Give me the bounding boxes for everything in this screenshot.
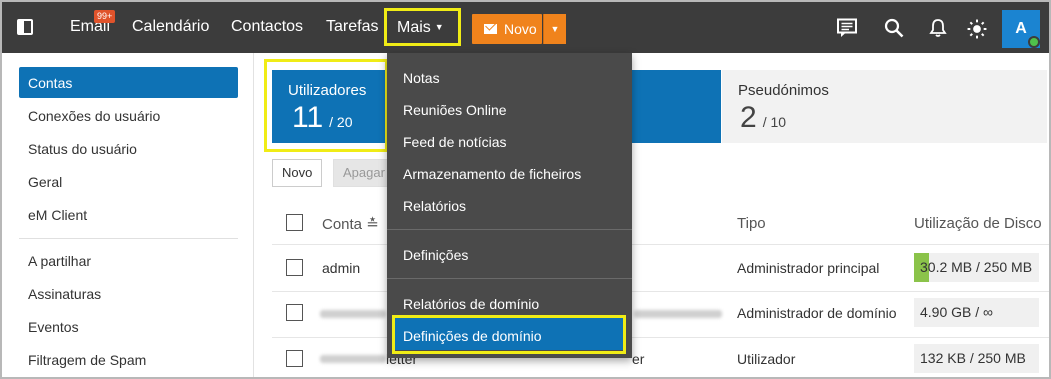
select-all-checkbox[interactable] xyxy=(286,214,303,231)
row-checkbox[interactable] xyxy=(286,259,303,276)
users-card-highlight xyxy=(264,59,388,152)
more-menu-button[interactable]: Mais ▼ xyxy=(397,19,444,37)
delete-account-button[interactable]: Apagar xyxy=(333,159,393,187)
column-header-disk-usage[interactable]: Utilização de Disco xyxy=(914,215,1042,232)
display-name-suffix: er xyxy=(632,351,645,367)
menu-item-settings[interactable]: Definições xyxy=(403,247,468,263)
menu-item-news-feed[interactable]: Feed de notícias xyxy=(403,134,507,150)
sidebar-item-sharing[interactable]: A partilhar xyxy=(28,253,91,269)
menu-item-notes[interactable]: Notas xyxy=(403,70,440,86)
sidebar-item-signatures[interactable]: Assinaturas xyxy=(28,286,101,302)
column-header-type[interactable]: Tipo xyxy=(737,215,766,232)
row-checkbox[interactable] xyxy=(286,304,303,321)
sidebar-item-accounts[interactable]: Contas xyxy=(28,75,72,91)
disk-usage-text: 30.2 MB / 250 MB xyxy=(920,259,1033,275)
account-type: Administrador de domínio xyxy=(737,305,897,321)
account-type: Utilizador xyxy=(737,351,796,367)
account-name[interactable]: admin xyxy=(322,260,360,276)
disk-usage-bar: 30.2 MB / 250 MB xyxy=(914,253,1039,282)
chevron-down-icon: ▼ xyxy=(434,22,444,32)
menu-divider xyxy=(387,278,632,279)
nav-contacts[interactable]: Contactos xyxy=(231,18,303,36)
menu-item-online-meetings[interactable]: Reuniões Online xyxy=(403,102,507,118)
sidebar-item-user-connections[interactable]: Conexões do usuário xyxy=(28,108,160,124)
disk-usage-text: 132 KB / 250 MB xyxy=(920,350,1026,366)
redacted-account-name xyxy=(320,355,386,363)
redacted-account-name xyxy=(320,310,386,318)
disk-usage-bar: 132 KB / 250 MB xyxy=(914,344,1039,373)
nav-calendar[interactable]: Calendário xyxy=(132,18,209,36)
online-status-dot xyxy=(1028,36,1040,48)
more-label: Mais xyxy=(397,19,431,36)
row-checkbox[interactable] xyxy=(286,350,303,367)
disk-usage-bar: 4.90 GB / ∞ xyxy=(914,298,1039,327)
aliases-stat-value: 2/ 10 xyxy=(740,101,787,134)
account-type: Administrador principal xyxy=(737,260,880,276)
sidebar-item-em-client[interactable]: eM Client xyxy=(28,207,87,223)
theme-sun-icon[interactable] xyxy=(967,19,987,39)
bell-icon[interactable] xyxy=(928,18,948,38)
new-button[interactable]: Novo xyxy=(472,14,542,44)
new-account-button[interactable]: Novo xyxy=(272,159,323,187)
aliases-stat-card[interactable]: Pseudónimos 2/ 10 xyxy=(722,70,1047,143)
menu-divider xyxy=(387,229,632,230)
disk-usage-text: 4.90 GB / ∞ xyxy=(920,304,994,320)
nav-tasks[interactable]: Tarefas xyxy=(326,18,378,36)
sidebar-item-general[interactable]: Geral xyxy=(28,174,62,190)
mail-icon xyxy=(484,24,497,34)
sidebar-divider xyxy=(19,238,238,239)
menu-item-file-storage[interactable]: Armazenamento de ficheiros xyxy=(403,166,581,182)
settings-sidebar: Contas Conexões do usuário Status do usu… xyxy=(4,53,254,377)
sidebar-toggle-icon[interactable] xyxy=(17,19,33,35)
menu-item-reports[interactable]: Relatórios xyxy=(403,198,466,214)
domain-settings-highlight xyxy=(392,315,626,354)
aliases-stat-label: Pseudónimos xyxy=(738,82,829,99)
new-button-label: Novo xyxy=(504,21,537,37)
new-dropdown-toggle[interactable]: ▼ xyxy=(543,14,566,44)
app-window: Email 99+ Calendário Contactos Tarefas M… xyxy=(0,0,1051,379)
search-icon[interactable] xyxy=(884,18,904,38)
sidebar-item-user-status[interactable]: Status do usuário xyxy=(28,141,137,157)
email-badge: 99+ xyxy=(94,10,116,23)
redacted-display-name xyxy=(634,310,722,318)
sidebar-item-events[interactable]: Eventos xyxy=(28,319,79,335)
more-dropdown-menu: Notas Reuniões Online Feed de notícias A… xyxy=(387,53,632,358)
sidebar-item-spam-filter[interactable]: Filtragem de Spam xyxy=(28,352,146,368)
top-bar: Email 99+ Calendário Contactos Tarefas M… xyxy=(2,2,1049,53)
chat-icon[interactable] xyxy=(837,18,857,38)
menu-item-domain-reports[interactable]: Relatórios de domínio xyxy=(403,296,539,312)
column-header-account[interactable]: Conta ≛ xyxy=(322,215,379,233)
